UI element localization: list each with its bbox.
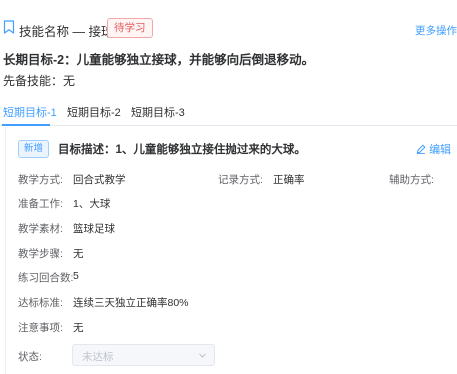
more-operations-link[interactable]: 更多操作 xyxy=(415,23,457,38)
teaching-method-value: 回合式教学 xyxy=(73,174,126,186)
long-term-goal: 长期目标-2：儿童能够独立接球，并能够向后倒退移动。 xyxy=(3,53,315,67)
goal-description: 目标描述：1、儿童能够独立接住抛过来的大球。 xyxy=(58,144,306,156)
active-tab-indicator xyxy=(2,124,50,126)
assist-method-label: 辅助方式: xyxy=(389,174,434,186)
record-method-label: 记录方式: xyxy=(218,174,263,186)
skill-header: 技能名称 — 接球 待学习 更多操作 xyxy=(0,18,457,40)
materials-label: 教学素材: xyxy=(18,223,63,235)
status-tag: 待学习 xyxy=(107,18,153,38)
tab-short-term-goal-3[interactable]: 短期目标-3 xyxy=(131,104,185,120)
notes-value: 无 xyxy=(73,322,84,334)
tab-short-term-goal-1[interactable]: 短期目标-1 xyxy=(3,104,57,120)
status-select-value: 未达标 xyxy=(82,351,114,363)
chevron-down-icon xyxy=(199,353,206,358)
preparation-label: 准备工作: xyxy=(18,198,63,210)
record-method-value: 正确率 xyxy=(273,174,305,186)
edit-button[interactable]: 编辑 xyxy=(416,141,451,157)
steps-value: 无 xyxy=(73,248,84,260)
skill-title: 技能名称 — 接球 xyxy=(19,25,114,39)
bookmark-icon[interactable] xyxy=(3,20,15,34)
preparation-value: 1、大球 xyxy=(73,198,111,210)
goal-detail-card: 新增 目标描述：1、儿童能够独立接住抛过来的大球。 编辑 教学方式: 回合式教学… xyxy=(5,127,457,374)
edit-label: 编辑 xyxy=(429,144,452,156)
rounds-value: 5 xyxy=(73,270,79,282)
prerequisite-value: 无 xyxy=(63,74,76,88)
tab-short-term-goal-2[interactable]: 短期目标-2 xyxy=(67,104,121,120)
standard-value: 连续三天独立正确率80% xyxy=(73,297,189,309)
short-term-goal-tabs: 短期目标-1 短期目标-2 短期目标-3 xyxy=(0,99,457,126)
status-label: 状态: xyxy=(18,351,42,363)
status-select[interactable]: 未达标 xyxy=(72,344,215,366)
skill-detail-page: 技能名称 — 接球 待学习 更多操作 长期目标-2：儿童能够独立接球，并能够向后… xyxy=(0,0,457,374)
steps-label: 教学步骤: xyxy=(18,248,63,260)
standard-label: 达标标准: xyxy=(18,297,63,309)
new-badge: 新增 xyxy=(18,140,50,158)
notes-label: 注意事项: xyxy=(18,322,63,334)
edit-icon xyxy=(416,144,426,155)
teaching-method-label: 教学方式: xyxy=(18,174,63,186)
prerequisite-label: 先备技能： xyxy=(3,74,64,88)
rounds-label: 练习回合数: xyxy=(18,272,74,284)
prerequisite-skill: 先备技能：无 xyxy=(3,72,75,89)
materials-value: 篮球足球 xyxy=(73,223,115,235)
